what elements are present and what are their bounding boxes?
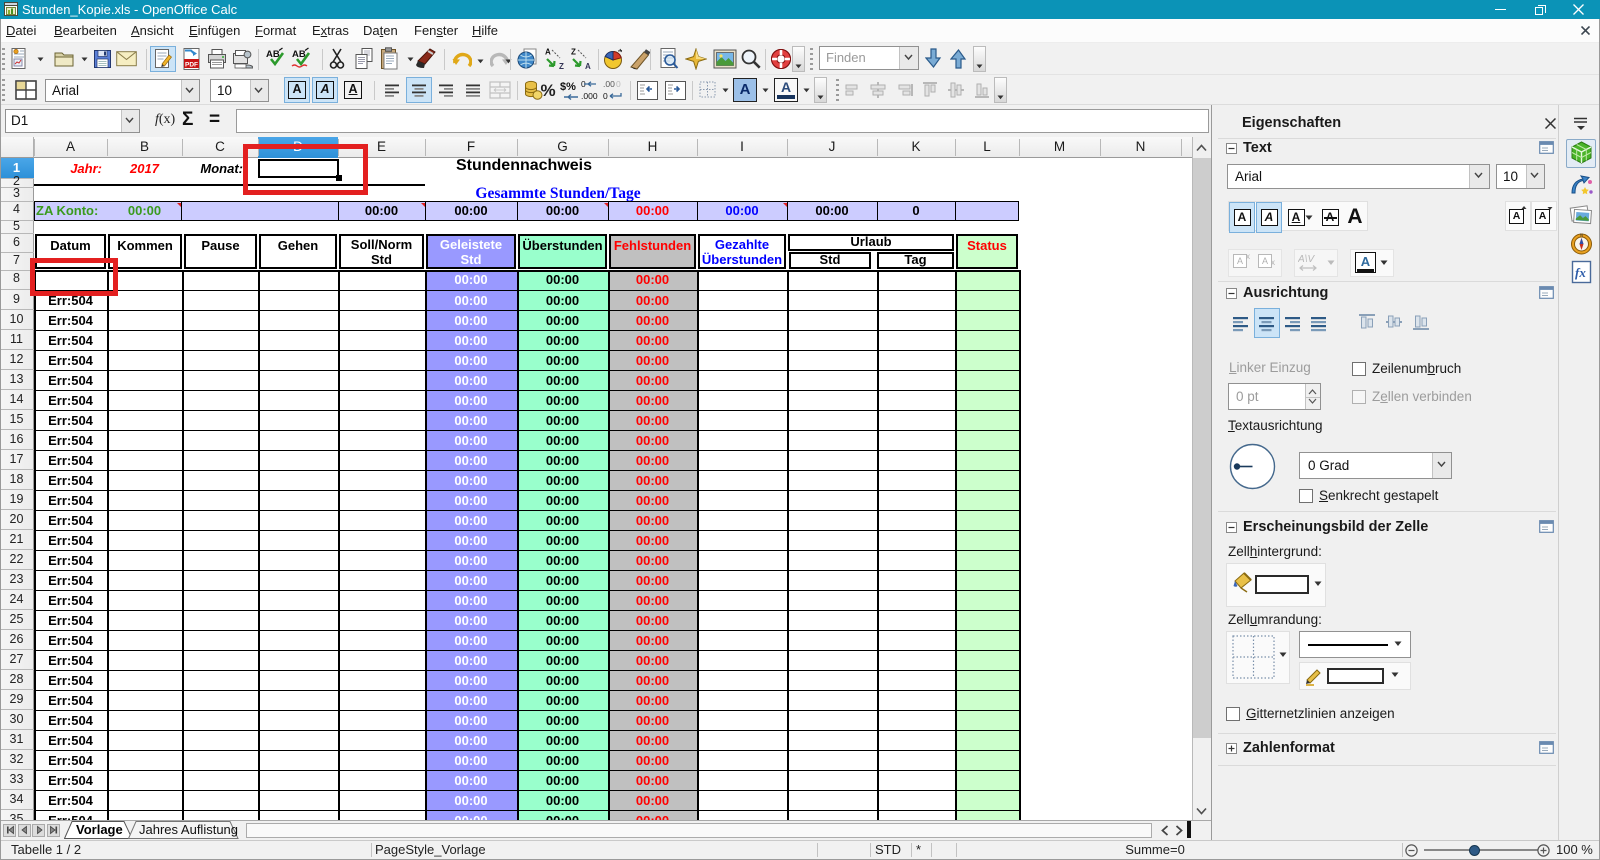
svg-text:Z: Z [559, 62, 564, 71]
svg-text:fx: fx [1575, 265, 1586, 280]
svg-text:0: 0 [603, 91, 608, 101]
svg-text:A: A [545, 48, 551, 57]
svg-text:N: N [1580, 233, 1583, 238]
svg-text:0: 0 [616, 79, 621, 89]
svg-text:.00: .00 [603, 79, 615, 89]
svg-text:Z: Z [571, 48, 576, 57]
svg-text:A\V: A\V [1298, 254, 1315, 265]
svg-text:$%: $% [560, 81, 576, 93]
svg-text:A: A [585, 62, 591, 71]
svg-text:PDF: PDF [185, 61, 198, 68]
svg-text:.000: .000 [581, 91, 598, 101]
